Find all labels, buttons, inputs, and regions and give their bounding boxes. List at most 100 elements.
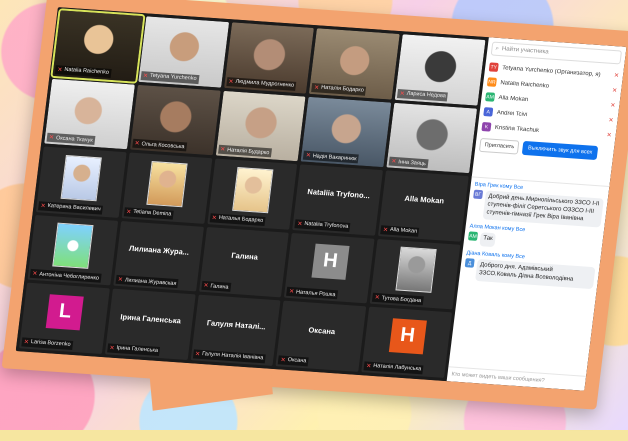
name-label: ✕ Larisa Borzenko bbox=[21, 337, 74, 350]
participant-name: Антоніна Чебоглиренко bbox=[38, 271, 100, 282]
participant-name: Ірина Галенська bbox=[116, 345, 159, 355]
profile-photo bbox=[60, 154, 103, 202]
participant-name: Наталья Рошка bbox=[295, 289, 336, 299]
avatar-initial: H bbox=[311, 243, 350, 280]
participant-name: Natalia Raichenko bbox=[63, 66, 110, 76]
avatar-initial: L bbox=[46, 293, 85, 331]
search-icon: ⌕ bbox=[495, 45, 500, 52]
participant-tile[interactable]: Галуля Наталі... ✕ Галуля Наталія Іванівна bbox=[190, 294, 281, 366]
zoom-meeting-window: ✕ Natalia Raichenko ✕ Tetyana Yurchenko ✕ Люд… bbox=[15, 7, 627, 391]
mic-muted-icon: ✕ bbox=[211, 215, 218, 222]
participant-tile[interactable]: ✕ Tetyana Yurchenko bbox=[138, 16, 229, 88]
mic-muted-icon: ✕ bbox=[109, 345, 115, 352]
participant-avatar: K bbox=[481, 122, 492, 132]
chat-message: Віра Грек кому Все ВГ Добрий день.Мирнопіл… bbox=[471, 182, 605, 228]
participant-name: Tetiana Demina bbox=[132, 209, 172, 218]
avatar-initial: H bbox=[388, 317, 427, 354]
name-label: ✕ Оксана bbox=[278, 355, 309, 367]
participant-name: Наталія Бударко bbox=[226, 146, 270, 156]
participant-name: Інна Заяць bbox=[397, 158, 427, 167]
participant-tile[interactable]: ✕ Natalia Raichenko bbox=[50, 8, 146, 84]
mic-muted-icon: ✕ bbox=[194, 351, 201, 358]
participant-tile[interactable]: ✕ Антоніна Чебоглиренко bbox=[27, 214, 119, 286]
participant-name: Наталія Лабунська bbox=[372, 363, 422, 373]
name-label: ✕ Тутова Богдана bbox=[372, 293, 424, 306]
chat-panel: Віра Грек кому Все ВГ Добрий день.Мирнопіл… bbox=[448, 176, 610, 377]
invite-button[interactable]: Пригласить bbox=[478, 137, 520, 155]
participant-tile[interactable]: ✕ Лариса Недова bbox=[394, 34, 486, 106]
mic-muted-icon[interactable]: ✕ bbox=[612, 87, 618, 94]
mute-all-button[interactable]: Выключить звук для всех bbox=[522, 140, 599, 161]
participant-tile[interactable]: L ✕ Larisa Borzenko bbox=[19, 283, 110, 354]
profile-photo bbox=[52, 222, 94, 270]
display-name: Лилиана Жура... bbox=[128, 243, 190, 257]
mic-muted-icon: ✕ bbox=[390, 158, 397, 166]
mic-muted-icon: ✕ bbox=[48, 135, 55, 142]
participant-tile[interactable]: ✕ Наталія Бударко bbox=[215, 90, 306, 162]
name-label: ✕ Галина bbox=[200, 281, 232, 293]
name-label: ✕ Ірина Галенська bbox=[106, 343, 161, 357]
participant-tile[interactable]: ✕ Тутова Богдана bbox=[369, 238, 461, 310]
name-label: ✕ Катерина Василевич bbox=[38, 201, 104, 215]
chat-text: Добрий день.Мирнопільського ЗЗСО І-ІІ ст… bbox=[482, 190, 604, 228]
mic-muted-icon: ✕ bbox=[288, 289, 295, 296]
participant-tile[interactable]: ✕ Оксана Ткачук bbox=[44, 78, 135, 150]
participant-name: Ольга Косовська bbox=[141, 140, 185, 150]
name-label: ✕ Наталья Рошка bbox=[286, 287, 338, 300]
participant-tile[interactable]: ✕ Катерина Василевич bbox=[35, 146, 127, 218]
participant-name: Тутова Богдана bbox=[381, 295, 422, 305]
mic-muted-icon[interactable]: ✕ bbox=[608, 117, 614, 124]
participant-name: Tetyana Yurchenko bbox=[149, 72, 197, 83]
mic-muted-icon: ✕ bbox=[23, 339, 30, 346]
name-label: ✕ Наталія Лабунська bbox=[363, 361, 424, 375]
mic-muted-icon[interactable]: ✕ bbox=[606, 132, 612, 139]
profile-photo bbox=[394, 246, 437, 294]
gallery-grid: ✕ Natalia Raichenko ✕ Tetyana Yurchenko ✕ Люд… bbox=[15, 7, 489, 382]
mic-muted-icon: ✕ bbox=[228, 78, 234, 86]
display-name: Галина bbox=[230, 250, 259, 262]
participant-tile[interactable]: Ірина Галенська ✕ Ірина Галенська bbox=[104, 289, 196, 360]
participant-name: Катерина Василевич bbox=[47, 203, 101, 213]
participant-avatar: AM bbox=[485, 92, 496, 102]
display-name: Ірина Галенська bbox=[119, 311, 182, 326]
name-label: ✕ Наталья Бодарко bbox=[209, 213, 266, 226]
participant-name: Оксана bbox=[287, 357, 307, 365]
participant-tile[interactable]: ✕ Tetiana Demina bbox=[121, 152, 212, 224]
chat-message: Алла Мокан кому Все AM Так bbox=[467, 224, 599, 255]
participant-tile[interactable]: ✕ Наталья Бодарко bbox=[206, 158, 298, 230]
participant-name: Larisa Borzenko bbox=[30, 339, 71, 349]
photo-frame: ✕ Natalia Raichenko ✕ Tetyana Yurchenko ✕ Люд… bbox=[1, 0, 628, 411]
search-placeholder: Найти участника bbox=[501, 46, 549, 56]
mic-muted-icon: ✕ bbox=[305, 152, 312, 160]
participant-tile[interactable]: ✕ Наталія Бодарко bbox=[309, 28, 400, 100]
participant-tile[interactable]: Галина ✕ Галина bbox=[198, 226, 290, 298]
participant-name: Надія Вакаринюк bbox=[312, 152, 357, 162]
participant-tile[interactable]: ✕ Ольга Косовська bbox=[129, 84, 221, 156]
participant-tile[interactable]: Лилиана Жура... ✕ Лилиана Журавская bbox=[113, 220, 204, 292]
profile-photo bbox=[146, 160, 188, 208]
chat-avatar: ВГ bbox=[473, 189, 484, 200]
participant-tile[interactable]: ✕ Людмила Мудрогненко bbox=[223, 22, 315, 94]
display-name: Alla Mokan bbox=[403, 194, 445, 206]
mic-muted-icon[interactable]: ✕ bbox=[610, 102, 616, 109]
participant-name: Nataliia Tryfonova bbox=[304, 221, 349, 231]
participant-tile[interactable]: H ✕ Наталья Рошка bbox=[284, 232, 375, 304]
participant-tile[interactable]: Оксана ✕ Оксана bbox=[275, 300, 367, 372]
name-label: ✕ Лилиана Журавская bbox=[115, 275, 179, 289]
chat-input-placeholder: Кто может видеть ваши сообщения? bbox=[451, 371, 545, 384]
participant-tile[interactable]: H ✕ Наталія Лабунська bbox=[361, 306, 453, 378]
mic-muted-icon: ✕ bbox=[142, 72, 149, 80]
participant-tile[interactable]: ✕ Надія Вакаринюк bbox=[300, 96, 392, 168]
mic-muted-icon: ✕ bbox=[125, 209, 132, 216]
participant-tile[interactable]: Alla Mokan ✕ Alla Mokan bbox=[378, 170, 469, 242]
mic-muted-icon: ✕ bbox=[117, 277, 124, 284]
profile-photo bbox=[232, 166, 274, 214]
participant-tile[interactable]: ✕ Інна Заяць bbox=[386, 102, 478, 174]
mic-muted-icon[interactable]: ✕ bbox=[614, 72, 620, 79]
mic-muted-icon: ✕ bbox=[365, 363, 372, 370]
participant-tile[interactable]: Nataliia Tryfono... ✕ Nataliia Tryfonova bbox=[292, 164, 384, 236]
mic-muted-icon: ✕ bbox=[134, 140, 140, 148]
mic-muted-icon: ✕ bbox=[399, 90, 406, 98]
chat-text: Так bbox=[479, 232, 497, 248]
mic-muted-icon: ✕ bbox=[219, 146, 226, 154]
